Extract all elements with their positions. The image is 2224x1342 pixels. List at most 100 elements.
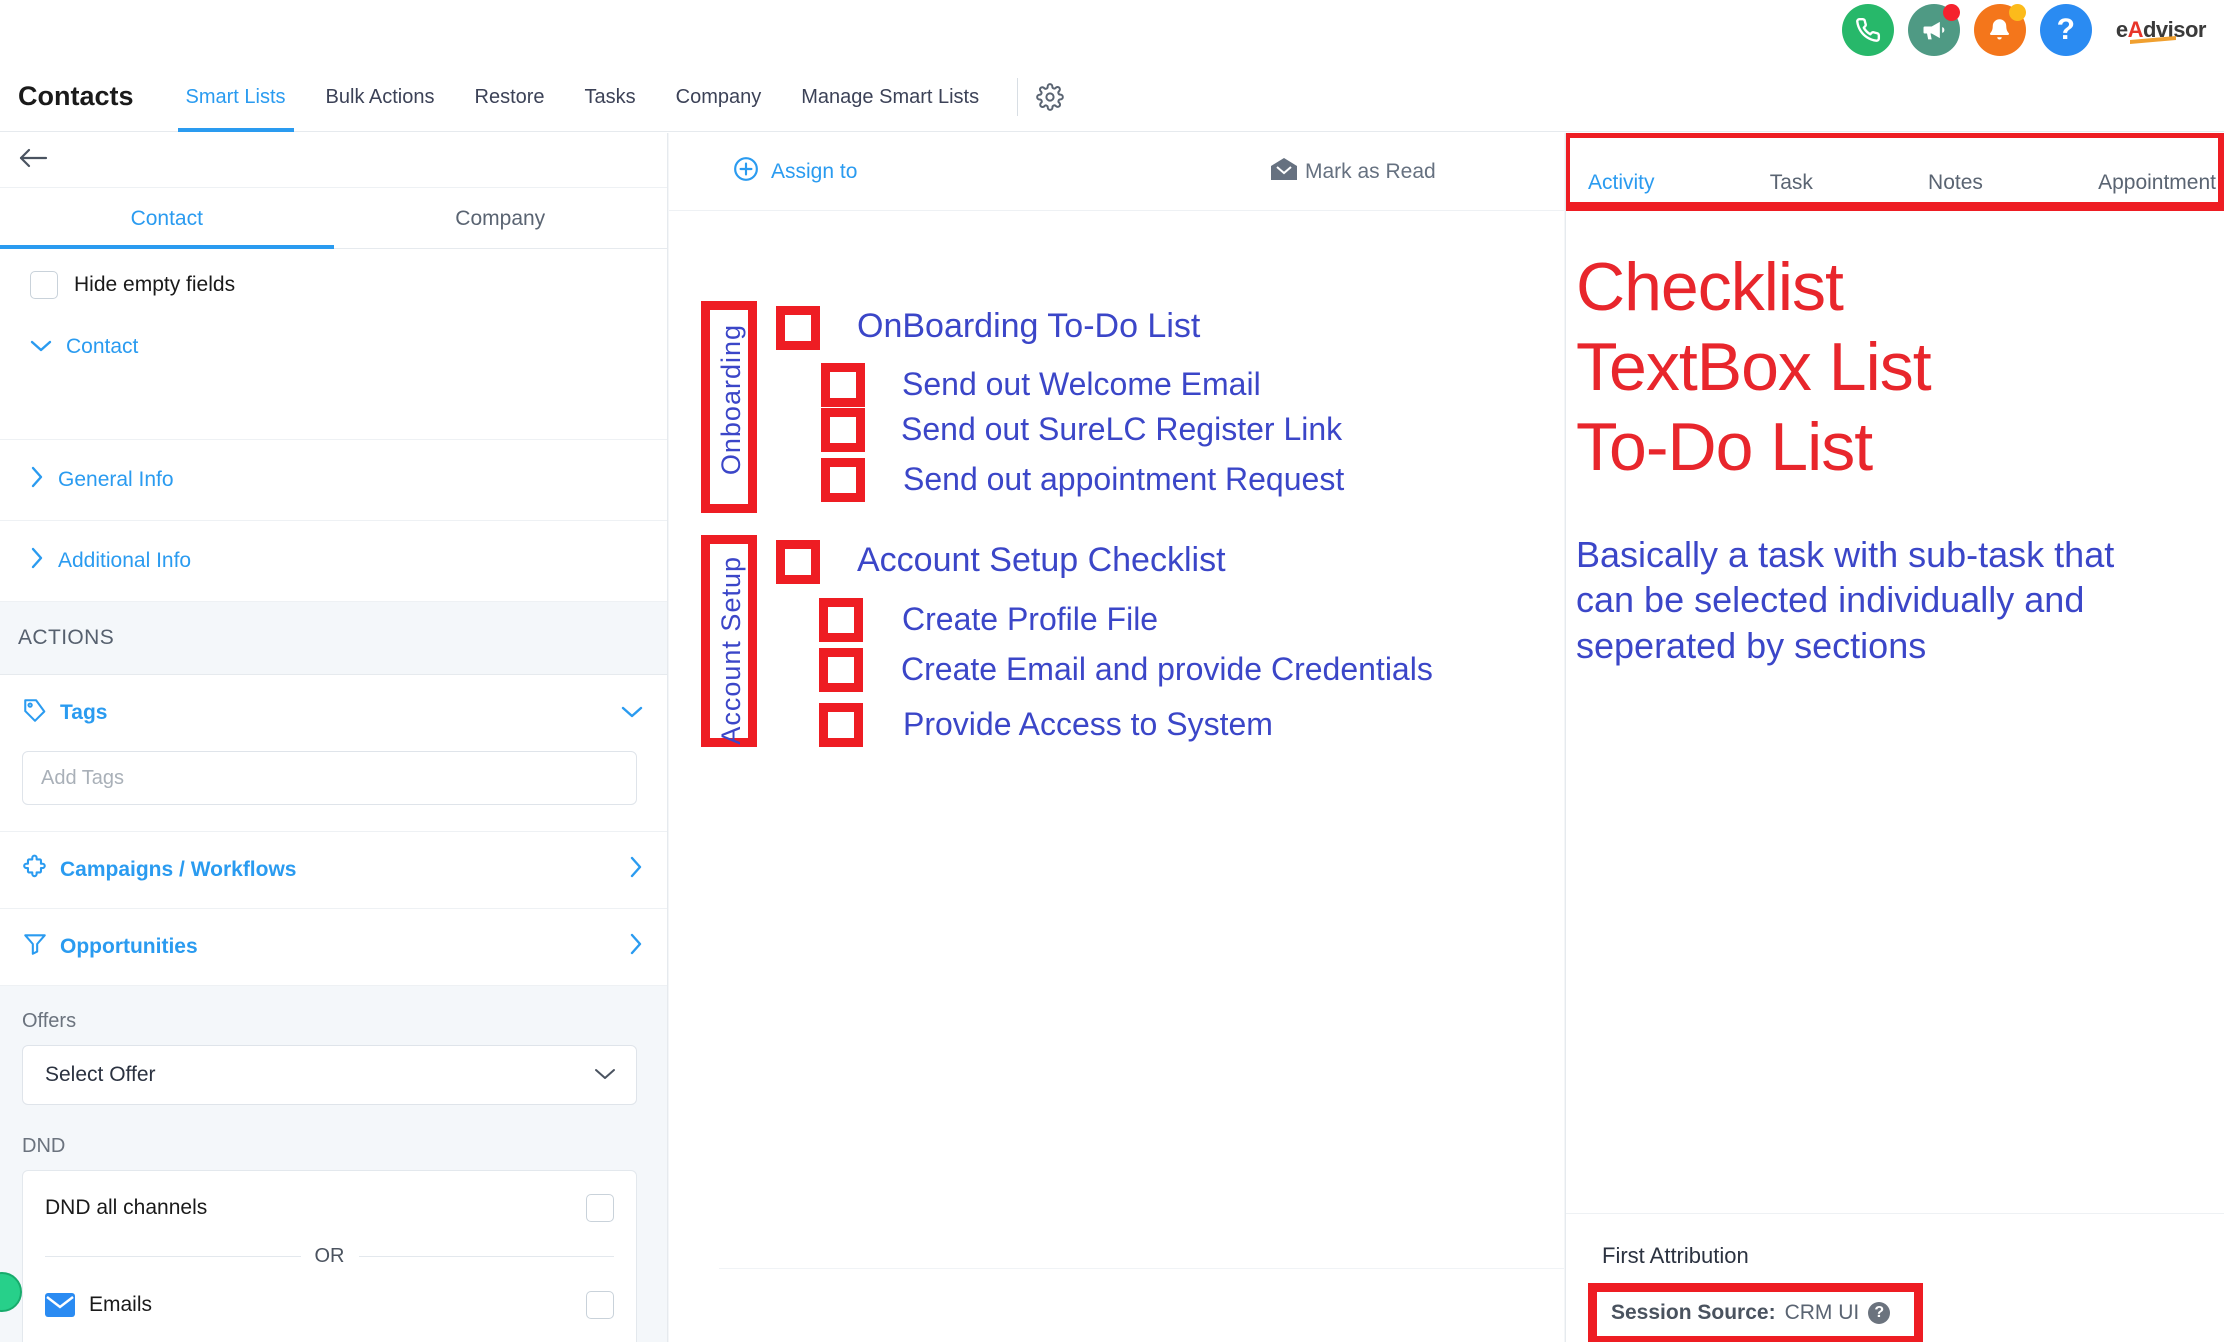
nav-item-smart-lists[interactable]: Smart Lists	[166, 62, 306, 132]
checklist-area: Onboarding OnBoarding To-Do List Send ou…	[669, 211, 1564, 747]
checklist-child-label-create-profile-file: Create Profile File	[902, 601, 1159, 637]
accordion-general-info-wrap: General Info	[0, 440, 667, 521]
accordion-contact-label: Contact	[66, 335, 139, 358]
primary-nav-bar: Contacts Smart Lists Bulk Actions Restor…	[0, 62, 2224, 132]
nav-item-bulk-actions[interactable]: Bulk Actions	[306, 62, 455, 132]
nav-item-company[interactable]: Company	[656, 62, 782, 132]
accordion-additional-info-label: Additional Info	[58, 549, 192, 572]
dnd-card: DND all channels OR Emails	[22, 1170, 637, 1342]
contact-detail-panel: Contact Company Hide empty fields Contac…	[0, 133, 668, 1342]
divider-line-left	[45, 1256, 301, 1257]
assign-to-button[interactable]: Assign to	[733, 156, 857, 188]
top-utility-bar: ? eAdvisor	[0, 0, 2224, 62]
dnd-all-channels-checkbox[interactable]	[586, 1194, 614, 1222]
checkbox-send-appointment-request[interactable]	[821, 458, 865, 502]
tab-activity[interactable]: Activity	[1588, 171, 1655, 211]
section-label-onboarding: Onboarding	[716, 324, 746, 476]
checkbox-provide-access-to-system[interactable]	[819, 703, 863, 747]
actions-header: ACTIONS	[0, 602, 667, 675]
checklist-toolbar: Assign to Mark as Read	[669, 133, 1564, 211]
tab-notes[interactable]: Notes	[1928, 171, 1983, 211]
session-source-value: CRM UI	[1784, 1301, 1860, 1324]
nav-item-manage-smart-lists[interactable]: Manage Smart Lists	[781, 62, 999, 132]
tab-task[interactable]: Task	[1770, 171, 1813, 211]
checkbox-send-welcome-email[interactable]	[821, 363, 865, 407]
checklist-parent-label-onboarding: OnBoarding To-Do List	[857, 307, 1201, 345]
dnd-emails-checkbox[interactable]	[586, 1291, 614, 1319]
accordion-general-info-label: General Info	[58, 468, 174, 491]
annotation-heading: Checklist TextBox List To-Do List	[1576, 249, 1932, 486]
chevron-right-icon[interactable]	[629, 933, 643, 961]
chevron-down-icon	[594, 1063, 616, 1087]
session-source-label: Session Source:	[1611, 1301, 1776, 1324]
hide-empty-fields-row[interactable]: Hide empty fields	[0, 249, 667, 319]
accordion-additional-info[interactable]: Additional Info	[0, 521, 667, 601]
dnd-emails-row[interactable]: Emails	[45, 1268, 614, 1342]
checkbox-onboarding-parent[interactable]	[776, 306, 820, 350]
checkbox-create-email-credentials[interactable]	[819, 648, 863, 692]
dnd-or-label: OR	[314, 1245, 345, 1267]
offer-select[interactable]: Select Offer	[22, 1045, 637, 1105]
annotation-body: Basically a task with sub-task that can …	[1576, 533, 2115, 667]
chevron-down-icon	[30, 335, 52, 359]
attribution-divider	[1566, 1213, 2224, 1214]
chevron-right-icon	[30, 466, 44, 494]
section-annotation-account-setup: Account Setup	[701, 535, 757, 747]
gear-icon[interactable]	[1036, 82, 1064, 111]
bell-icon[interactable]	[1973, 4, 2026, 56]
accordion-general-info[interactable]: General Info	[0, 440, 667, 520]
add-tags-input[interactable]: Add Tags	[22, 751, 637, 805]
activity-panel: Activity Task Notes Appointment Checklis…	[1565, 133, 2224, 1342]
plus-circle-icon	[733, 156, 759, 188]
dnd-all-channels-label: DND all channels	[45, 1196, 208, 1219]
checklist-parent-label-account-setup: Account Setup Checklist	[857, 541, 1226, 579]
center-bottom-divider	[719, 1268, 1564, 1269]
funnel-icon	[22, 931, 48, 963]
tab-contact[interactable]: Contact	[0, 188, 334, 249]
mark-as-read-label: Mark as Read	[1305, 159, 1436, 183]
checklist-child-label-send-appointment-request: Send out appointment Request	[903, 461, 1345, 497]
nav-divider	[1017, 77, 1019, 116]
checklist-child-label-send-surelc-link: Send out SureLC Register Link	[901, 411, 1343, 447]
brand-prefix: e	[2115, 17, 2128, 42]
checkbox-account-setup-parent[interactable]	[776, 540, 820, 584]
help-icon[interactable]: ?	[2039, 4, 2092, 56]
megaphone-icon[interactable]	[1907, 4, 1960, 56]
offers-label: Offers	[22, 1010, 77, 1032]
checklist-panel: Assign to Mark as Read Onboarding OnBoar…	[669, 133, 1564, 1342]
bell-badge	[2008, 4, 2026, 21]
dnd-or-divider: OR	[45, 1245, 614, 1268]
back-row	[0, 133, 667, 188]
action-row-opportunities[interactable]: Opportunities	[0, 909, 667, 986]
activity-tabs-wrap: Activity Task Notes Appointment	[1566, 133, 2224, 211]
question-circle-icon[interactable]: ?	[1868, 1302, 1891, 1324]
dnd-all-channels-row[interactable]: DND all channels	[45, 1171, 614, 1245]
tab-appointment[interactable]: Appointment	[2098, 171, 2216, 211]
accordion-contact[interactable]: Contact	[0, 319, 667, 375]
contact-company-tabs: Contact Company	[0, 188, 667, 249]
action-label-tags: Tags	[60, 701, 108, 724]
back-arrow-icon[interactable]	[18, 147, 48, 174]
action-label-campaigns-workflows: Campaigns / Workflows	[60, 858, 297, 881]
chevron-right-icon	[30, 547, 44, 575]
nav-item-tasks[interactable]: Tasks	[565, 62, 656, 132]
action-label-opportunities: Opportunities	[60, 935, 198, 958]
section-annotation-onboarding: Onboarding	[701, 301, 757, 513]
checkbox-create-profile-file[interactable]	[819, 598, 863, 642]
workspace: Contact Company Hide empty fields Contac…	[0, 133, 2224, 1342]
checkbox-send-surelc-link[interactable]	[821, 408, 865, 452]
tag-icon	[22, 697, 48, 729]
action-row-campaigns-workflows[interactable]: Campaigns / Workflows	[0, 832, 667, 909]
chevron-right-icon[interactable]	[629, 856, 643, 884]
chevron-down-icon[interactable]	[621, 701, 643, 725]
dnd-label: DND	[22, 1135, 66, 1157]
mark-as-read-button[interactable]: Mark as Read	[1271, 157, 1436, 186]
hide-empty-fields-checkbox[interactable]	[30, 271, 58, 299]
dnd-emails-label: Emails	[89, 1293, 153, 1316]
phone-icon[interactable]	[1841, 4, 1894, 56]
brand-logo: eAdvisor	[2115, 17, 2207, 45]
action-row-tags[interactable]: Tags	[0, 675, 667, 751]
offers-block: Offers Select Offer	[0, 986, 667, 1109]
tab-company[interactable]: Company	[334, 188, 668, 248]
nav-item-restore[interactable]: Restore	[455, 62, 565, 132]
